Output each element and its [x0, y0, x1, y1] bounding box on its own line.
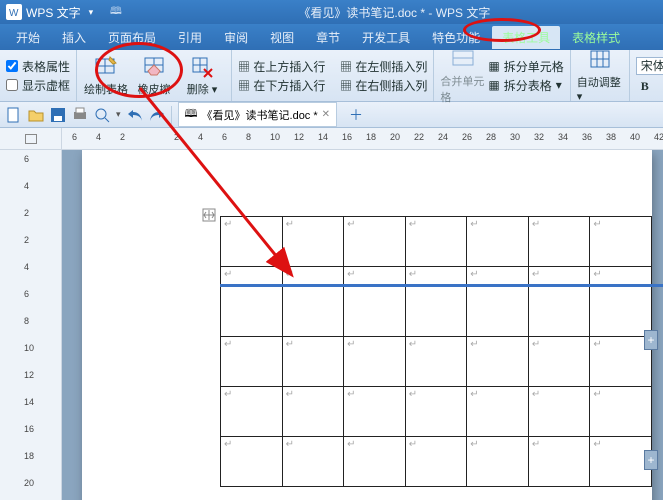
table-cell[interactable]: ↵ [282, 337, 344, 387]
qat-chevron-icon[interactable]: ▾ [116, 109, 121, 120]
insert-col-right-button[interactable]: ▦ 在右侧插入列 [340, 77, 427, 94]
tab-section[interactable]: 章节 [306, 26, 350, 49]
table-row[interactable]: ↵↵↵↵↵↵↵ [221, 337, 652, 387]
ruler-row: 6422468101214161820222426283032343638404… [0, 128, 663, 150]
table-cell[interactable]: ↵ [590, 217, 652, 267]
autofit-button[interactable]: 自动调整 ▾ [577, 48, 623, 103]
eraser-icon [141, 55, 167, 79]
table-row[interactable]: ↵↵↵↵↵↵↵ [221, 437, 652, 487]
draw-table-button[interactable]: 绘制表格 [83, 55, 129, 97]
title-bar: W WPS 文字 ▾ 🕮 《看见》读书笔记.doc * - WPS 文字 [0, 0, 663, 24]
table-cell[interactable]: ↵ [528, 337, 590, 387]
ruler-corner [0, 128, 62, 150]
tab-table-style[interactable]: 表格样式 [562, 26, 630, 49]
preview-icon[interactable] [94, 107, 110, 123]
bold-button[interactable]: B [636, 77, 654, 95]
autofit-icon [587, 48, 613, 72]
menu-bar: 开始 插入 页面布局 引用 审阅 视图 章节 开发工具 特色功能 表格工具 表格… [0, 24, 663, 50]
table-cell[interactable]: ↵ [590, 387, 652, 437]
table-cell[interactable]: ↵ [405, 437, 467, 487]
check-show-grid[interactable]: 显示虚框 [6, 77, 70, 94]
table-cell[interactable]: ↵ [221, 387, 283, 437]
table-cell[interactable]: ↵ [467, 217, 529, 267]
group-table-options: 表格属性 显示虚框 [0, 50, 77, 101]
delete-table-icon [189, 55, 215, 79]
new-icon[interactable] [6, 107, 22, 123]
table-cell[interactable]: ↵ [405, 337, 467, 387]
table-cell[interactable]: ↵ [344, 387, 406, 437]
ribbon: 表格属性 显示虚框 绘制表格 橡皮擦 删除 ▾ ▦ 在上方插入行 ▦ 在左侧插入… [0, 50, 663, 102]
table-cell[interactable]: ↵ [221, 437, 283, 487]
tab-view[interactable]: 视图 [260, 26, 304, 49]
italic-button[interactable]: I [658, 77, 663, 95]
table-cell[interactable]: ↵ [344, 437, 406, 487]
insert-row-above-button[interactable]: ▦ 在上方插入行 [238, 58, 325, 75]
table-cell[interactable]: ↵ [467, 337, 529, 387]
table-cell[interactable]: ↵ [344, 337, 406, 387]
check-table-props[interactable]: 表格属性 [6, 58, 70, 75]
font-family-select[interactable]: 宋体 [636, 57, 663, 75]
svg-text:W: W [9, 8, 19, 19]
tab-table-tools[interactable]: 表格工具 [492, 26, 560, 49]
row-insert-handle[interactable]: + [644, 450, 658, 470]
table-cell[interactable]: ↵ [282, 387, 344, 437]
merge-icon [450, 47, 476, 71]
tab-special[interactable]: 特色功能 [422, 26, 490, 49]
table-cell[interactable]: ↵ [405, 387, 467, 437]
pencil-table-icon [93, 55, 119, 79]
save-icon[interactable] [50, 107, 66, 123]
new-tab-button[interactable]: ＋ [343, 105, 369, 125]
split-cell-button[interactable]: ▦ 拆分单元格 [488, 58, 563, 75]
row-insert-handle[interactable]: + [644, 330, 658, 350]
table-cell[interactable]: ↵ [590, 437, 652, 487]
tab-dev[interactable]: 开发工具 [352, 26, 420, 49]
split-table-button[interactable]: ▦ 拆分表格 ▾ [488, 77, 563, 94]
table-cell[interactable]: ↵ [590, 267, 652, 337]
tab-home[interactable]: 开始 [6, 26, 50, 49]
group-font: 宋体 五号 B I U A [630, 50, 663, 101]
table-cell[interactable]: ↵ [590, 337, 652, 387]
tab-review[interactable]: 审阅 [214, 26, 258, 49]
annotation-arrow-icon [130, 78, 310, 288]
merge-cells-button[interactable]: 合并单元格 [440, 47, 486, 105]
group-merge: 合并单元格 ▦ 拆分单元格 ▦ 拆分表格 ▾ [434, 50, 570, 101]
table-cell[interactable]: ↵ [221, 337, 283, 387]
table-cell[interactable]: ↵ [344, 267, 406, 337]
table-cell[interactable]: ↵ [528, 267, 590, 337]
window-caption: 《看见》读书笔记.doc * - WPS 文字 [126, 4, 663, 21]
table-cell[interactable]: ↵ [467, 387, 529, 437]
open-icon[interactable] [28, 107, 44, 123]
table-row[interactable]: ↵↵↵↵↵↵↵ [221, 387, 652, 437]
table-cell[interactable]: ↵ [344, 217, 406, 267]
table-cell[interactable]: ↵ [467, 437, 529, 487]
tab-layout[interactable]: 页面布局 [98, 26, 166, 49]
tabstop-icon[interactable] [25, 134, 37, 144]
close-tab-icon[interactable]: ✕ [322, 109, 330, 120]
table-cell[interactable]: ↵ [528, 217, 590, 267]
insert-col-left-button[interactable]: ▦ 在左侧插入列 [340, 58, 427, 75]
group-autofit: 自动调整 ▾ [571, 50, 630, 101]
tab-ref[interactable]: 引用 [168, 26, 212, 49]
table-cell[interactable]: ↵ [405, 267, 467, 337]
app-name: WPS 文字 [26, 4, 81, 21]
file-flag-icon: 🕮 [110, 4, 122, 21]
table-cell[interactable]: ↵ [528, 387, 590, 437]
wps-icon: W [6, 4, 22, 20]
quick-access-bar: ▾ 🕮 《看见》读书笔记.doc * ✕ ＋ [0, 102, 663, 128]
app-menu-chevron-icon[interactable]: ▾ [89, 7, 94, 18]
table-cell[interactable]: ↵ [528, 437, 590, 487]
print-icon[interactable] [72, 107, 88, 123]
table-cell[interactable]: ↵ [467, 267, 529, 337]
table-cell[interactable]: ↵ [405, 217, 467, 267]
workspace: 6422468101214161820 ↵↵↵↵↵↵↵↵↵↵↵↵↵↵↵↵↵↵↵↵… [0, 150, 663, 500]
table-cell[interactable]: ↵ [282, 437, 344, 487]
vertical-ruler[interactable]: 6422468101214161820 [0, 150, 62, 500]
tab-insert[interactable]: 插入 [52, 26, 96, 49]
app-logo: W WPS 文字 ▾ [0, 4, 110, 21]
